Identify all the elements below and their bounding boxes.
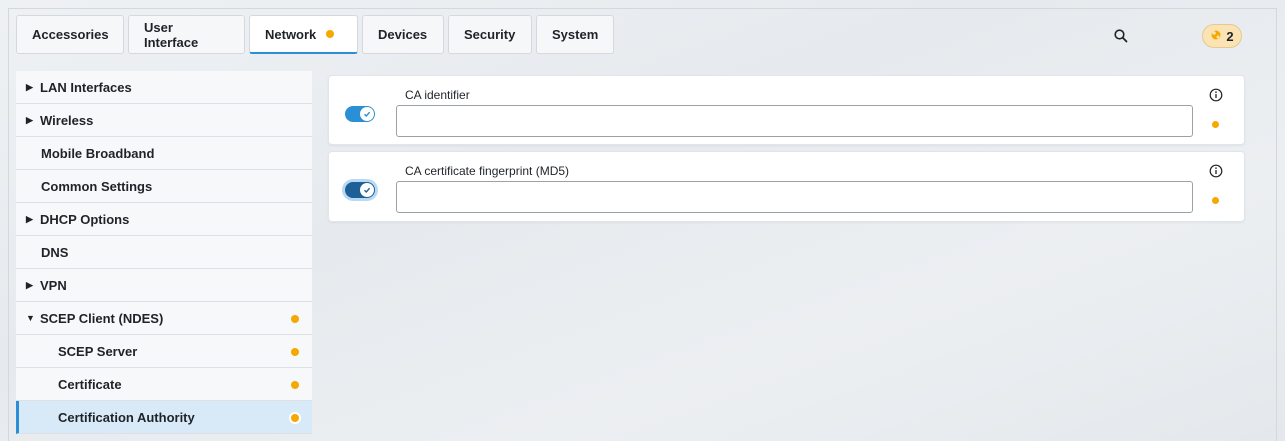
sidebar-nav: ▶ LAN Interfaces ▶ Wireless Mobile Broadba…	[16, 71, 312, 434]
sidebar-item-certificate[interactable]: Certificate	[16, 368, 312, 401]
info-icon[interactable]	[1209, 88, 1223, 102]
modified-dot	[326, 30, 335, 38]
ca-identifier-toggle[interactable]	[345, 106, 375, 122]
pending-changes-badge[interactable]: 2	[1202, 24, 1242, 48]
tab-label: Devices	[378, 27, 428, 42]
setting-card-ca-fingerprint: CA certificate fingerprint (MD5)	[328, 151, 1245, 222]
pending-changes-count: 2	[1226, 28, 1234, 44]
sidebar-item-dhcp-options[interactable]: ▶ DHCP Options	[16, 203, 312, 236]
modified-dot	[1212, 121, 1219, 128]
info-icon[interactable]	[1209, 164, 1223, 178]
sidebar-item-mobile-broadband[interactable]: Mobile Broadband	[16, 137, 312, 170]
sidebar-item-wireless[interactable]: ▶ Wireless	[16, 104, 312, 137]
setting-card-ca-identifier: CA identifier	[328, 75, 1245, 145]
tab-user-interface[interactable]: User Interface	[128, 15, 245, 54]
search-icon[interactable]	[1113, 28, 1129, 44]
caret-right-icon: ▶	[26, 81, 33, 92]
sidebar-item-certification-authority[interactable]: Certification Authority	[16, 401, 312, 434]
tab-label: System	[552, 27, 599, 42]
tab-system[interactable]: System	[536, 15, 614, 54]
sidebar-item-common-settings[interactable]: Common Settings	[16, 170, 312, 203]
sidebar-item-label: Common Settings	[41, 178, 153, 194]
sidebar-item-label: SCEP Server	[58, 343, 138, 359]
modified-dot	[291, 414, 299, 422]
ca-fingerprint-toggle[interactable]	[345, 182, 375, 198]
sidebar-item-label: DHCP Options	[40, 211, 130, 227]
tab-label: Security	[464, 27, 516, 42]
sidebar-item-label: Wireless	[40, 112, 94, 128]
sidebar-item-label: DNS	[41, 244, 69, 260]
ca-identifier-input[interactable]	[396, 105, 1193, 137]
ca-identifier-label: CA identifier	[405, 88, 470, 102]
sidebar-item-label: LAN Interfaces	[40, 79, 132, 95]
sidebar-item-label: VPN	[40, 277, 67, 293]
modified-dot	[291, 348, 299, 356]
modified-dot	[291, 315, 299, 323]
modified-dot	[291, 381, 299, 389]
tab-accessories[interactable]: Accessories	[16, 15, 124, 54]
toggle-check-icon	[360, 183, 374, 197]
sidebar-item-label: Mobile Broadband	[41, 145, 155, 161]
sidebar-item-label: Certificate	[58, 376, 122, 392]
modified-dot	[1212, 197, 1219, 204]
ca-fingerprint-label: CA certificate fingerprint (MD5)	[405, 164, 570, 178]
sidebar-item-lan-interfaces[interactable]: ▶ LAN Interfaces	[16, 71, 312, 104]
tab-label: Accessories	[32, 27, 109, 42]
toggle-check-icon	[360, 107, 374, 121]
tab-devices[interactable]: Devices	[362, 15, 444, 54]
caret-right-icon: ▶	[26, 114, 33, 125]
tab-network[interactable]: Network	[249, 15, 358, 54]
sidebar-item-dns[interactable]: DNS	[16, 236, 312, 269]
sidebar-item-label: SCEP Client (NDES)	[40, 310, 164, 326]
caret-right-icon: ▶	[26, 213, 33, 224]
caret-right-icon: ▶	[26, 279, 33, 290]
ca-fingerprint-input[interactable]	[396, 181, 1193, 213]
sidebar-item-vpn[interactable]: ▶ VPN	[16, 269, 312, 302]
sidebar-item-scep-client[interactable]: ▼ SCEP Client (NDES)	[16, 302, 312, 335]
top-tab-bar: Accessories User Interface Network Devic…	[16, 15, 614, 55]
tab-label: Network	[265, 26, 317, 42]
tab-label: User Interface	[144, 19, 199, 50]
caret-down-icon: ▼	[26, 313, 35, 323]
sidebar-item-label: Certification Authority	[58, 409, 195, 425]
pending-changes-icon	[1210, 29, 1222, 44]
tab-security[interactable]: Security	[448, 15, 532, 54]
sidebar-item-scep-server[interactable]: SCEP Server	[16, 335, 312, 368]
